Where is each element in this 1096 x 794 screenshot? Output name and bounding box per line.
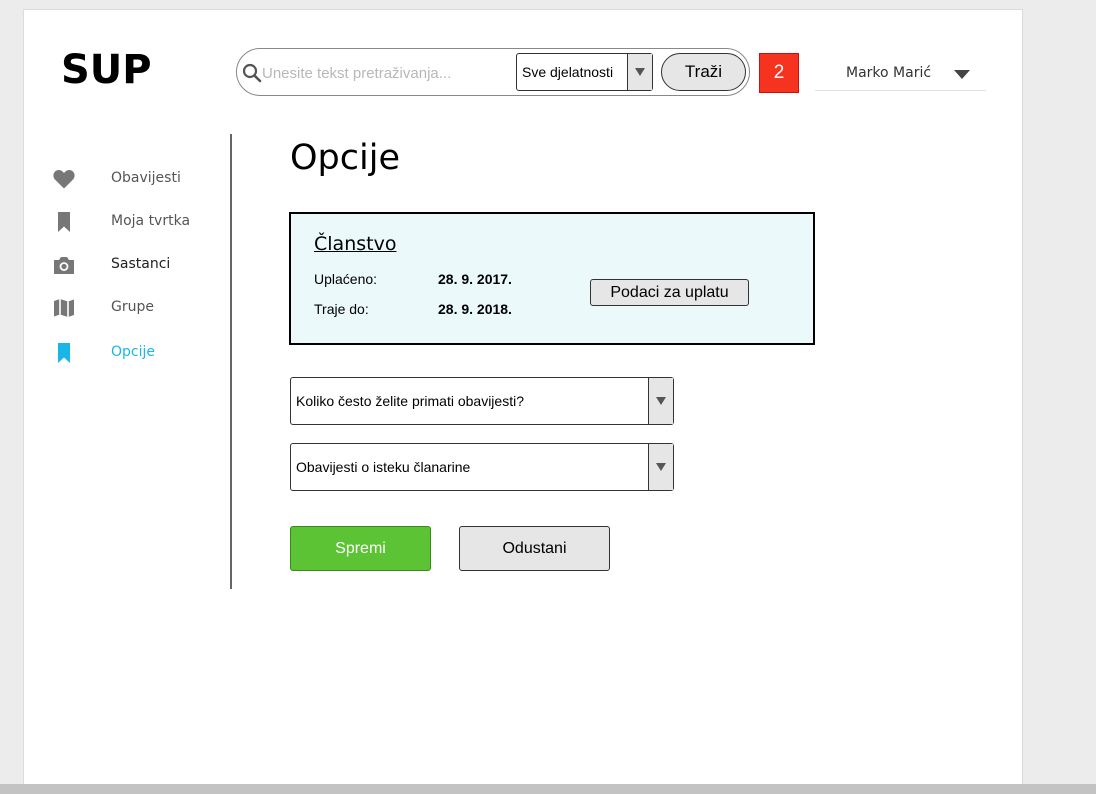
chevron-down-icon — [635, 68, 645, 76]
sidebar-item-obavijesti[interactable]: Obavijesti — [52, 165, 222, 193]
notification-frequency-select[interactable]: Koliko često želite primati obavijesti? — [290, 377, 674, 425]
notification-badge[interactable]: 2 — [759, 53, 799, 93]
dropdown-toggle[interactable] — [648, 444, 673, 490]
paid-date: 28. 9. 2017. — [438, 271, 512, 287]
sidebar-item-grupe[interactable]: Grupe — [52, 294, 222, 322]
membership-title[interactable]: Članstvo — [314, 233, 396, 255]
sidebar-item-label: Moja tvrtka — [111, 213, 191, 229]
membership-panel: Članstvo Uplaćeno: 28. 9. 2017. Traje do… — [289, 212, 815, 345]
bookmark-icon — [58, 343, 70, 363]
sidebar-item-label: Opcije — [111, 344, 155, 360]
bookmark-icon — [58, 212, 70, 232]
search-button[interactable]: Traži — [661, 53, 746, 91]
caret-down-icon[interactable] — [954, 70, 970, 79]
cancel-button[interactable]: Odustani — [459, 526, 610, 571]
sidebar-item-label: Sastanci — [111, 256, 171, 272]
camera-icon — [54, 257, 74, 274]
map-icon — [54, 299, 74, 317]
page-title: Opcije — [290, 138, 400, 178]
search-icon — [242, 63, 262, 83]
chevron-down-icon — [656, 463, 666, 471]
chevron-down-icon — [656, 397, 666, 405]
sidebar-item-label: Grupe — [111, 299, 154, 315]
horizontal-scrollbar[interactable] — [0, 784, 1096, 794]
sidebar-item-sastanci[interactable]: Sastanci — [52, 251, 222, 279]
payment-details-button[interactable]: Podaci za uplatu — [590, 279, 749, 306]
user-name: Marko Marić — [846, 65, 932, 81]
membership-expiry-select[interactable]: Obavijesti o isteku članarine — [290, 443, 674, 491]
membership-expiry-value: Obavijesti o isteku članarine — [296, 459, 471, 475]
dropdown-toggle[interactable] — [648, 378, 673, 424]
notification-frequency-value: Koliko često želite primati obavijesti? — [296, 393, 524, 409]
heart-icon — [53, 169, 75, 189]
category-select-toggle[interactable] — [627, 54, 652, 90]
valid-until-date: 28. 9. 2018. — [438, 301, 512, 317]
category-select-value: Sve djelatnosti — [522, 64, 614, 80]
category-select[interactable]: Sve djelatnosti — [516, 53, 653, 91]
user-menu[interactable]: Marko Marić — [815, 56, 986, 91]
sidebar-item-moja-tvrtka[interactable]: Moja tvrtka — [52, 208, 222, 236]
sidebar-item-opcije[interactable]: Opcije — [52, 339, 222, 367]
app-logo[interactable]: SUP — [61, 50, 152, 90]
save-button[interactable]: Spremi — [290, 526, 431, 571]
sidebar-divider — [230, 134, 232, 589]
paid-label: Uplaćeno: — [314, 271, 378, 287]
valid-until-label: Traje do: — [314, 301, 369, 317]
search-input[interactable] — [262, 60, 512, 86]
sidebar-item-label: Obavijesti — [111, 170, 181, 186]
